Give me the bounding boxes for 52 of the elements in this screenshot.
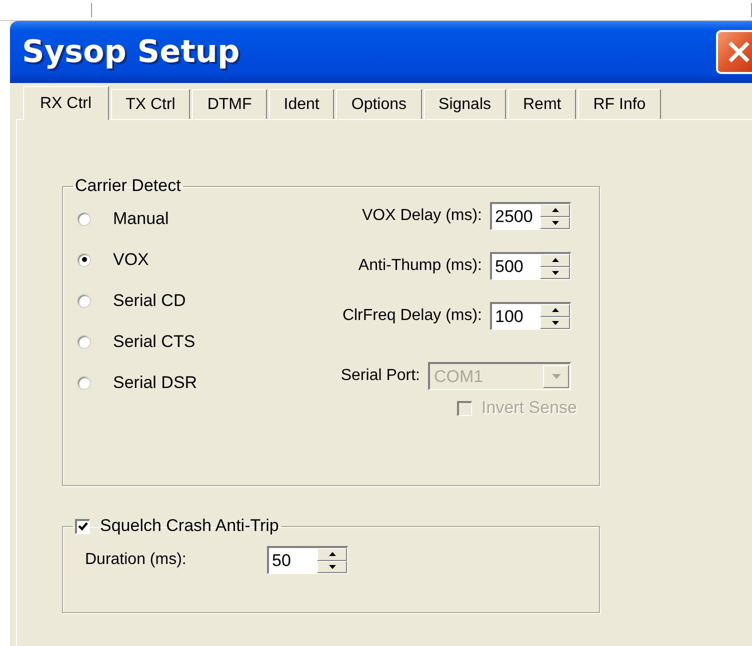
checkbox-label: Squelch Crash Anti-Trip — [100, 516, 279, 536]
checkbox-label: Invert Sense — [482, 398, 577, 418]
spin-up-button[interactable] — [540, 304, 570, 316]
down-arrow-icon — [552, 320, 558, 325]
down-arrow-icon — [552, 374, 560, 379]
tab[interactable]: Signals — [424, 89, 506, 119]
tab[interactable]: Options — [336, 89, 422, 119]
radio-label: Serial DSR — [113, 372, 198, 392]
close-button[interactable] — [716, 30, 752, 74]
number-spin-field[interactable]: 500 — [490, 252, 571, 280]
tab[interactable]: RF Info — [578, 89, 661, 119]
radio-label: Manual — [113, 208, 169, 228]
radio-button[interactable] — [77, 294, 91, 308]
radio-label: Serial CTS — [113, 332, 196, 352]
check-mark-icon — [78, 522, 88, 531]
field-label: Anti-Thump (ms): — [358, 257, 482, 275]
tab[interactable]: DTMF — [192, 89, 267, 119]
tab[interactable]: Ident — [268, 89, 334, 119]
up-arrow-icon — [328, 552, 336, 556]
field-label: Duration (ms): — [85, 551, 188, 569]
radio-label: VOX — [113, 250, 149, 270]
tab[interactable]: TX Ctrl — [110, 89, 190, 119]
number-spin-field[interactable]: 2500 — [490, 202, 571, 230]
number-spin-field[interactable]: 50 — [267, 546, 348, 574]
number-spin-field[interactable]: 100 — [490, 302, 571, 330]
radio-button[interactable] — [77, 252, 91, 266]
spin-up-button[interactable] — [540, 254, 570, 266]
field-label: VOX Delay (ms): — [362, 207, 482, 225]
window-title: Sysop Setup — [22, 34, 241, 70]
up-arrow-icon — [552, 308, 558, 312]
radio-label: Serial CD — [113, 290, 186, 310]
radio-button[interactable] — [77, 212, 91, 226]
checkbox[interactable] — [75, 518, 90, 534]
spin-down-button[interactable] — [317, 560, 347, 573]
down-arrow-icon — [552, 220, 558, 225]
spin-down-button[interactable] — [540, 316, 570, 329]
up-arrow-icon — [552, 258, 558, 262]
field-label: ClrFreq Delay (ms): — [342, 307, 482, 325]
radio-button[interactable] — [77, 376, 91, 390]
spin-up-button[interactable] — [317, 548, 347, 560]
tab[interactable]: RX Ctrl — [23, 86, 109, 120]
up-arrow-icon — [552, 208, 558, 212]
down-arrow-icon — [552, 270, 558, 275]
group-title: Carrier Detect — [74, 176, 182, 196]
spin-down-button[interactable] — [540, 266, 570, 279]
close-icon — [727, 40, 751, 64]
spin-down-button[interactable] — [540, 216, 570, 229]
tab[interactable]: Remt — [508, 89, 576, 119]
spin-up-button[interactable] — [540, 204, 570, 216]
down-arrow-icon — [328, 564, 336, 569]
radio-button[interactable] — [77, 334, 91, 348]
field-label: Serial Port: — [340, 367, 420, 385]
